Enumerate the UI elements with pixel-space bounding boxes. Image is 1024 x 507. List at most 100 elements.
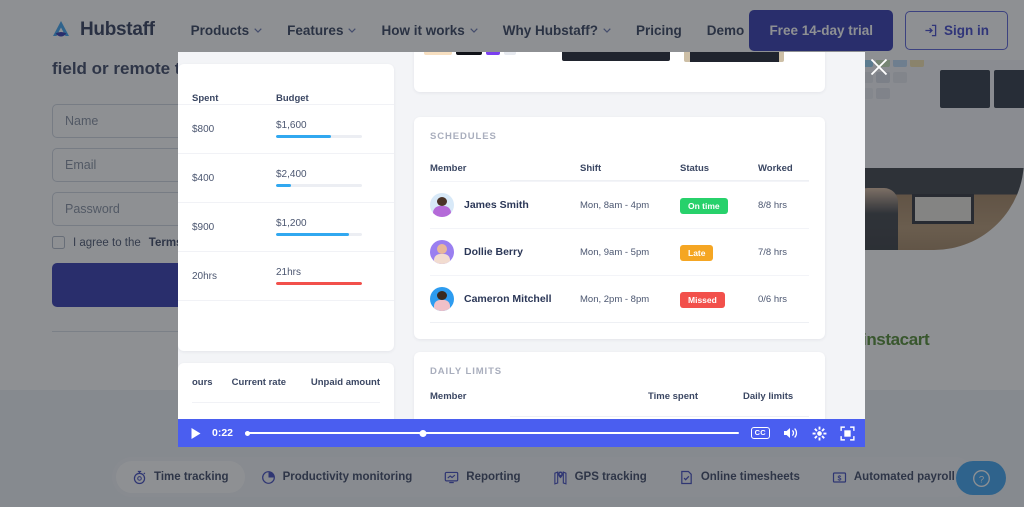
divider	[192, 402, 380, 403]
column-header-time-spent: Time spent	[648, 391, 698, 402]
cell-status: Missed	[680, 290, 758, 308]
mini-thumbnail-wide	[684, 52, 784, 62]
member-name: Dollie Berry	[464, 246, 523, 258]
table-row: $900 $1,200	[178, 202, 394, 251]
mini-item	[424, 52, 452, 55]
table-row-spacer	[178, 300, 394, 320]
budget-progress-track	[276, 183, 362, 188]
close-icon[interactable]	[868, 56, 890, 78]
status-badge: Missed	[680, 292, 725, 308]
column-header-unpaid-amount: Unpaid amount	[310, 377, 380, 388]
seek-handle[interactable]	[419, 429, 427, 437]
cell-status: Late	[680, 243, 758, 261]
video-lightbox: Spent Budget $800 $1,600 $400 $2,400 $90…	[178, 52, 865, 447]
table-row: James Smith Mon, 8am - 4pm On time 8/8 h…	[430, 181, 809, 228]
table-row: Dollie Berry Mon, 9am - 5pm Late 7/8 hrs	[430, 228, 809, 275]
mini-screenshot-group	[424, 52, 548, 55]
cell-budget: $1,600	[276, 120, 380, 139]
seek-start-dot	[245, 430, 251, 436]
play-button[interactable]	[186, 427, 206, 440]
gear-icon	[812, 426, 827, 440]
budget-amount: $1,200	[276, 217, 307, 229]
member-name: James Smith	[464, 199, 529, 211]
column-header-status: Status	[680, 162, 710, 174]
status-badge: On time	[680, 198, 728, 214]
budget-progress-fill	[276, 134, 332, 139]
volume-button[interactable]	[783, 426, 799, 440]
table-row: 20hrs 21hrs	[178, 251, 394, 300]
seek-track	[245, 432, 739, 434]
cell-worked: 0/6 hrs	[758, 293, 788, 305]
table-row: $800 $1,600	[178, 104, 394, 153]
cell-budget: $2,400	[276, 169, 380, 188]
budget-progress-track	[276, 232, 362, 237]
cell-status: On time	[680, 196, 758, 214]
video-right-column: SCHEDULES Member Shift Status Worked Jam…	[414, 52, 865, 447]
video-icon-group: CC	[750, 425, 857, 441]
volume-icon	[784, 428, 798, 438]
limits-header-row: Member Time spent Daily limits	[430, 391, 809, 402]
column-header-shift: Shift	[580, 162, 602, 174]
column-header-hours: ours	[192, 377, 213, 388]
budget-amount: $1,600	[276, 119, 307, 131]
divider	[430, 322, 809, 323]
mini-thumbnail-wide	[562, 52, 670, 61]
settings-button[interactable]	[812, 426, 827, 441]
mini-thumbnail	[424, 52, 452, 55]
column-header-current-rate: Current rate	[231, 377, 287, 388]
page-root: ⟨ instacart field or remote tea I agree …	[0, 0, 1024, 507]
avatar	[430, 287, 454, 311]
budget-progress-fill	[276, 232, 350, 237]
mini-item	[456, 52, 482, 55]
video-control-bar: 0:22 CC	[178, 419, 865, 447]
schedules-header-row: Member Shift Status Worked	[430, 156, 809, 180]
column-header-member: Member	[430, 391, 467, 402]
budget-amount: $2,400	[276, 168, 307, 180]
cell-spent: $900	[192, 221, 215, 233]
cell-worked: 7/8 hrs	[758, 246, 788, 258]
current-time-label: 0:22	[212, 427, 234, 439]
budget-progress-fill	[276, 183, 291, 188]
daily-limits-title: DAILY LIMITS	[430, 366, 503, 377]
schedules-title: SCHEDULES	[430, 131, 497, 142]
status-badge: Late	[680, 245, 714, 261]
table-row: $400 $2,400	[178, 153, 394, 202]
budget-header-row: Spent Budget	[178, 64, 394, 104]
fullscreen-button[interactable]	[840, 425, 855, 441]
cell-member: Cameron Mitchell	[430, 287, 580, 311]
table-row: Cameron Mitchell Mon, 2pm - 8pm Missed 0…	[430, 275, 809, 322]
avatar	[430, 193, 454, 217]
captions-button[interactable]: CC	[750, 426, 770, 440]
column-header-spent: Spent	[192, 93, 219, 104]
cell-shift: Mon, 9am - 5pm	[580, 246, 650, 258]
cell-spent: 20hrs	[192, 270, 218, 282]
budget-progress-track	[276, 134, 362, 139]
cell-member: Dollie Berry	[430, 240, 580, 264]
budget-progress-fill	[276, 281, 362, 286]
play-icon	[191, 427, 201, 439]
avatar	[430, 240, 454, 264]
mini-item	[504, 52, 516, 55]
mini-thumbnail	[504, 52, 516, 55]
cell-member: James Smith	[430, 193, 580, 217]
mini-thumbnail	[456, 52, 482, 55]
column-header-worked: Worked	[758, 162, 793, 174]
screenshots-card	[414, 52, 825, 92]
budget-card: Spent Budget $800 $1,600 $400 $2,400 $90…	[178, 64, 394, 351]
cell-budget: 21hrs	[276, 267, 380, 286]
column-header-daily-limits: Daily limits	[743, 391, 794, 402]
seek-bar[interactable]	[245, 426, 739, 440]
cell-shift: Mon, 8am - 4pm	[580, 199, 650, 211]
cell-spent: $800	[192, 123, 215, 135]
column-header-member: Member	[430, 162, 467, 174]
cell-worked: 8/8 hrs	[758, 199, 788, 211]
mini-item	[486, 52, 500, 55]
mini-thumbnail	[486, 52, 500, 55]
cell-shift: Mon, 2pm - 8pm	[580, 293, 650, 305]
fullscreen-icon	[840, 425, 855, 441]
budget-progress-track	[276, 281, 362, 286]
rates-header-row: ours Current rate Unpaid amount	[178, 363, 394, 388]
budget-amount: 21hrs	[276, 266, 302, 278]
cell-budget: $1,200	[276, 218, 380, 237]
column-header-budget: Budget	[276, 93, 309, 104]
